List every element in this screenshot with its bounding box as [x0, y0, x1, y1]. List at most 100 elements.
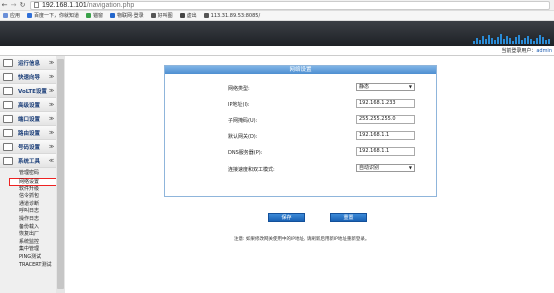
bookmark-item[interactable]: 锚窗 — [86, 12, 103, 19]
equalizer-bar — [494, 40, 496, 44]
bookmark-icon — [203, 13, 209, 18]
submenu-item[interactable]: 呼叫日志 — [0, 208, 56, 216]
equalizer-bar — [512, 41, 514, 44]
form-row: 子网掩码(U): 255.255.255.0 — [165, 115, 436, 125]
sidebar-scrollbar[interactable] — [56, 56, 65, 293]
submenu-item[interactable]: 网络设置 — [9, 177, 60, 186]
save-button[interactable]: 保存 — [268, 213, 305, 222]
field-input[interactable]: 192.168.1.1 — [356, 131, 415, 140]
route-icon — [3, 128, 13, 137]
bookmark-label: 好叫图 — [157, 13, 173, 19]
reset-button[interactable]: 重置 — [330, 213, 367, 222]
select-value: 静态 — [359, 84, 370, 90]
field-input[interactable]: 192.168.1.1 — [356, 147, 415, 156]
submenu-item[interactable]: 恢复出厂 — [0, 231, 56, 239]
bookmark-item[interactable]: 好叫图 — [150, 12, 173, 19]
bookmark-label: 百度一下，你就知道 — [34, 13, 80, 19]
submenu-item[interactable]: 管理密码 — [0, 170, 56, 178]
field-select[interactable]: 自动识别 ▼ — [356, 164, 415, 172]
submenu-item[interactable]: PING测试 — [0, 254, 56, 262]
user-bar: 当前登录用户：admin — [0, 46, 554, 56]
bookmark-label: 物联网·登录 — [117, 13, 144, 19]
field-select[interactable]: 静态 ▼ — [356, 83, 415, 91]
note-text: 注意: 如果修改网关使用中的IP地址, 请刷新后用新IP地址重新登录。 — [234, 237, 370, 242]
menu-label: 路由设置 — [18, 130, 41, 137]
equalizer-bar — [533, 41, 535, 44]
submenu-item[interactable]: 集中管理 — [0, 246, 56, 254]
equalizer-bar — [503, 39, 505, 44]
bookmark-label: 应用 — [10, 13, 21, 19]
field-input[interactable]: 255.255.255.0 — [356, 115, 415, 124]
submenu-item[interactable]: 操作日志 — [0, 216, 56, 224]
sidebar-menu-item[interactable]: VoLTE设置 ≫ — [0, 84, 56, 98]
sidebar-menu-item[interactable]: 运行信息 ≫ — [0, 56, 56, 70]
bookmark-item[interactable]: 应用 — [3, 12, 20, 19]
menu-label: 运行信息 — [18, 60, 41, 67]
port-icon — [3, 114, 13, 123]
sidebar-menu-item[interactable]: 高级设置 ≫ — [0, 98, 56, 112]
system-tools-submenu: 管理密码 网络设置 软件升级 信令抓包 通道诊断 呼叫日志 操作日志 备份载入 恢复出厂 系统监控… — [0, 168, 60, 270]
scrollbar-thumb[interactable] — [57, 59, 64, 289]
bookmark-icon — [110, 13, 116, 18]
field-input[interactable]: 192.168.1.233 — [356, 99, 415, 108]
equalizer-bar — [497, 37, 499, 44]
expand-arrow-icon: ≫ — [48, 143, 55, 150]
menu-label: 号码设置 — [18, 144, 41, 151]
bookmark-label: 虚出 — [186, 13, 197, 19]
equalizer-bar — [506, 36, 508, 44]
equalizer-bar — [473, 41, 475, 44]
equalizer-bar — [527, 36, 529, 44]
sidebar-menu-item[interactable]: 系统工具 ≪ — [0, 154, 56, 168]
expand-arrow-icon: ≪ — [48, 157, 55, 164]
equalizer-bar — [491, 38, 493, 44]
sidebar-menu-item[interactable]: 端口设置 ≫ — [0, 112, 56, 126]
bookmark-item[interactable]: 百度一下，你就知道 — [27, 12, 79, 19]
url-field[interactable]: 192.168.1.101 /navigation.php — [30, 0, 550, 10]
equalizer-bar — [536, 38, 538, 44]
bookmarks-bar: 应用 百度一下，你就知道 锚窗 物联网·登录 好叫图 虚出 113.31.89.53:808… — [0, 11, 554, 21]
info-icon — [3, 58, 13, 67]
equalizer-bar — [548, 39, 550, 44]
menu-label: 系统工具 — [18, 158, 41, 165]
select-value: 自动识别 — [359, 165, 380, 171]
equalizer-bar — [518, 35, 520, 44]
form-row: 网络类型: 静态 ▼ — [165, 83, 436, 93]
equalizer-bar — [500, 34, 502, 44]
expand-arrow-icon: ≫ — [48, 73, 55, 80]
field-label: DNS服务器(P): — [228, 150, 263, 156]
volte-icon — [3, 86, 13, 95]
equalizer-bar — [488, 35, 490, 44]
bookmark-label: 113.31.89.53:8085/ — [210, 12, 261, 19]
sidebar-menu-item[interactable]: 快速向导 ≫ — [0, 70, 56, 84]
bookmark-item[interactable]: 物联网·登录 — [110, 12, 144, 19]
equalizer-bar — [524, 38, 526, 44]
equalizer-bar — [509, 38, 511, 44]
form-row: DNS服务器(P): 192.168.1.1 — [165, 147, 436, 157]
bookmark-item[interactable]: 113.31.89.53:8085/ — [203, 12, 261, 19]
field-label: 子网掩码(U): — [228, 118, 258, 124]
panel-title: 网络设置 — [165, 66, 436, 74]
menu-label: 端口设置 — [18, 116, 41, 123]
bookmark-item[interactable]: 虚出 — [179, 12, 197, 19]
equalizer-bar — [521, 40, 523, 44]
sidebar-menu-item[interactable]: 号码设置 ≫ — [0, 140, 56, 154]
form-row: 连接速度和双工模式: 自动识别 ▼ — [165, 164, 436, 174]
equalizer-bar — [482, 36, 484, 44]
dropdown-arrow-icon: ▼ — [408, 84, 412, 89]
sidebar-menu-item[interactable]: 路由设置 ≫ — [0, 126, 56, 140]
field-label: IP地址(I): — [228, 102, 250, 108]
url-path: /navigation.php — [86, 1, 135, 9]
submenu-item[interactable]: 信令抓包 — [0, 193, 56, 201]
submenu-item[interactable]: TRACERT测试 — [0, 262, 56, 270]
bookmark-icon — [179, 13, 185, 18]
network-settings-panel: 网络设置 网络类型: 静态 ▼ IP地址(I): 192.168.1.233 子网掩码(U… — [164, 65, 437, 197]
sidebar-menus: 运行信息 ≫ 快速向导 ≫ VoLTE设置 ≫ 高级设置 ≫ 端口设置 ≫ 路由设置 ≫ 号码设置 ≫ 系统… — [0, 56, 56, 168]
forward-icon[interactable]: → — [9, 1, 18, 10]
reload-icon[interactable]: ↻ — [18, 1, 27, 10]
bookmark-icon — [3, 13, 8, 18]
expand-arrow-icon: ≫ — [48, 115, 55, 122]
menu-label: VoLTE设置 — [18, 88, 47, 95]
advanced-icon — [3, 100, 13, 109]
dropdown-arrow-icon: ▼ — [408, 165, 412, 170]
back-icon[interactable]: ← — [0, 1, 9, 10]
